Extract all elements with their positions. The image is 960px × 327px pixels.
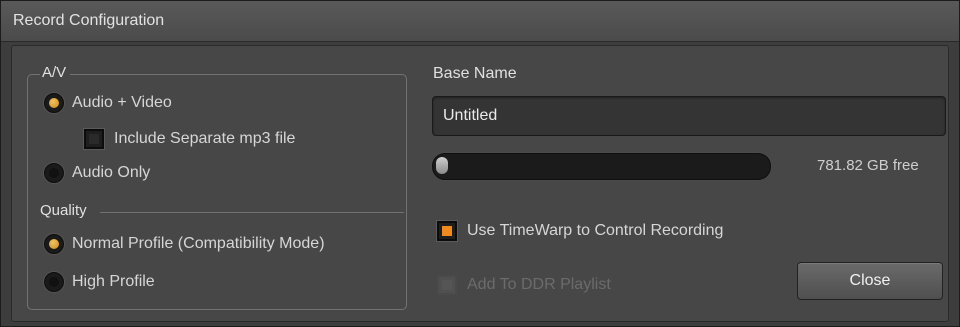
radio-high-profile[interactable]: High Profile — [44, 272, 155, 292]
ddr-playlist-label: Add To DDR Playlist — [467, 276, 611, 293]
include-mp3-checkbox[interactable]: Include Separate mp3 file — [84, 129, 295, 149]
radio-normal-profile[interactable]: Normal Profile (Compatibility Mode) — [44, 234, 325, 254]
disk-space-fill — [436, 157, 448, 174]
radio-audio-only[interactable]: Audio Only — [44, 163, 150, 183]
quality-legend: Quality — [38, 202, 91, 219]
radio-selected-icon — [44, 234, 64, 254]
disk-free-text: 781.82 GB free — [817, 157, 919, 174]
radio-selected-icon — [44, 93, 64, 113]
timewarp-label: Use TimeWarp to Control Recording — [467, 222, 724, 239]
disk-space-bar — [432, 153, 771, 180]
av-legend: A/V — [40, 64, 71, 81]
radio-unselected-icon — [44, 272, 64, 292]
radio-audio-only-label: Audio Only — [72, 164, 151, 181]
base-name-input[interactable] — [432, 96, 946, 136]
checkbox-checked-icon — [437, 221, 457, 241]
radio-normal-profile-label: Normal Profile (Compatibility Mode) — [72, 235, 325, 252]
base-name-label: Base Name — [433, 65, 517, 82]
dialog-title: Record Configuration — [13, 12, 165, 29]
include-mp3-label: Include Separate mp3 file — [114, 130, 296, 147]
radio-audio-video[interactable]: Audio + Video — [44, 93, 172, 113]
quality-divider — [100, 212, 404, 213]
checkbox-icon — [84, 129, 104, 149]
radio-audio-video-label: Audio + Video — [72, 94, 172, 111]
timewarp-checkbox[interactable]: Use TimeWarp to Control Recording — [437, 221, 723, 241]
radio-unselected-icon — [44, 163, 64, 183]
close-button[interactable]: Close — [797, 262, 943, 300]
title-bar: Record Configuration — [1, 1, 959, 42]
checkbox-disabled-icon — [437, 275, 457, 295]
radio-high-profile-label: High Profile — [72, 273, 155, 290]
ddr-playlist-checkbox[interactable]: Add To DDR Playlist — [437, 275, 611, 295]
